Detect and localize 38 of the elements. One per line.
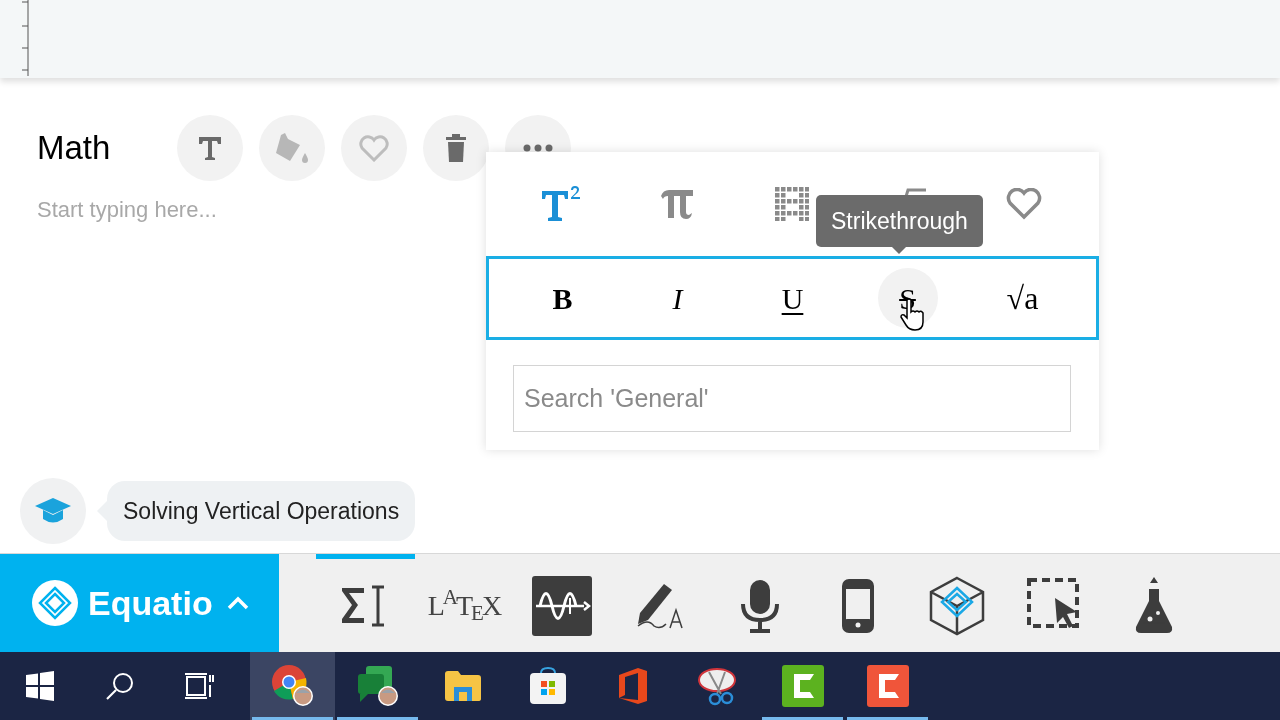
tooltip-pointer — [892, 247, 907, 254]
card-title: Math — [37, 128, 112, 169]
latex-tool-button[interactable]: L$^{A}$T$_{E}$X — [414, 554, 514, 652]
logo-icon — [32, 580, 78, 626]
taskbar-app-button[interactable] — [250, 652, 335, 720]
chat-icon — [355, 664, 400, 708]
search-icon — [105, 671, 135, 701]
matrix-icon — [775, 187, 810, 221]
scissors-icon — [696, 666, 739, 706]
store-bag-icon — [527, 667, 568, 705]
tooltip: Strikethrough — [816, 195, 983, 247]
search-field[interactable]: Search 'General' — [513, 365, 1071, 432]
chrome-icon — [270, 664, 315, 708]
trash-icon — [445, 133, 467, 163]
caret-up-icon — [226, 596, 249, 610]
task-view-icon — [185, 672, 215, 700]
letter-c-app-icon — [781, 665, 824, 707]
pi-icon — [658, 188, 695, 220]
underline-button[interactable]: U — [762, 268, 823, 328]
bold-button[interactable]: B — [532, 268, 593, 328]
graph-icon — [532, 575, 593, 636]
text-icon — [196, 134, 224, 162]
superscript-icon — [539, 185, 582, 223]
more-icon — [523, 144, 553, 152]
flask-icon — [1134, 576, 1175, 635]
microphone-icon — [739, 577, 780, 634]
root-button[interactable]: √a — [992, 268, 1053, 328]
heart-icon — [1006, 188, 1043, 220]
italic-button[interactable]: I — [647, 268, 708, 328]
phone-icon — [842, 578, 875, 633]
heart-icon — [359, 134, 389, 162]
windows-icon — [25, 671, 55, 701]
hint-label: Solving Vertical Operations — [107, 481, 416, 541]
office-icon — [617, 667, 648, 705]
letter-c-app-icon — [866, 665, 909, 707]
placeholder-text: Start typing here... — [37, 196, 217, 224]
cube-icon — [927, 575, 986, 636]
folder-icon — [443, 670, 482, 702]
